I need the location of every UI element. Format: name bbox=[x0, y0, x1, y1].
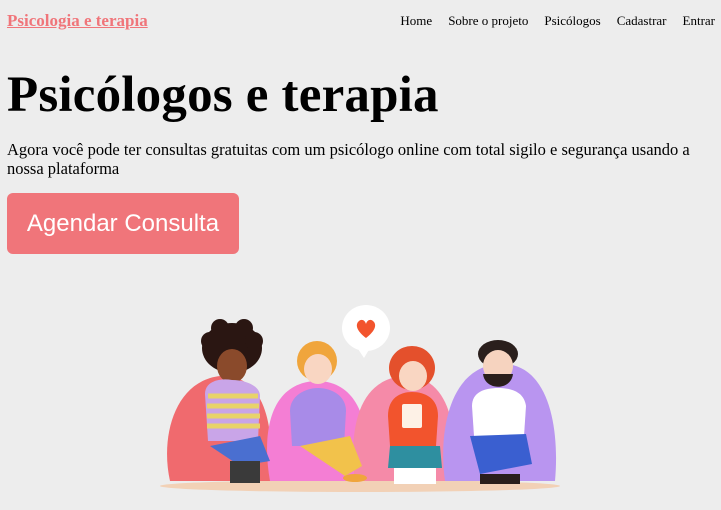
nav-login[interactable]: Entrar bbox=[683, 13, 715, 29]
nav-register[interactable]: Cadastrar bbox=[617, 13, 667, 29]
page-title: Psicólogos e terapia bbox=[7, 67, 439, 123]
nav-about[interactable]: Sobre o projeto bbox=[448, 13, 528, 29]
nav-psychologists[interactable]: Psicólogos bbox=[544, 13, 600, 29]
person-bearded bbox=[470, 340, 532, 484]
schedule-appointment-button[interactable]: Agendar Consulta bbox=[7, 193, 239, 254]
brand-link[interactable]: Psicologia e terapia bbox=[7, 11, 148, 31]
therapy-group-illustration bbox=[160, 305, 560, 492]
person-red-hair bbox=[388, 346, 442, 484]
hero-description: Agora você pode ter consultas gratuitas … bbox=[7, 140, 690, 178]
heart-speech-bubble-icon bbox=[342, 305, 390, 358]
nav-home[interactable]: Home bbox=[400, 13, 432, 29]
main-nav: Home Sobre o projeto Psicólogos Cadastra… bbox=[384, 13, 715, 29]
